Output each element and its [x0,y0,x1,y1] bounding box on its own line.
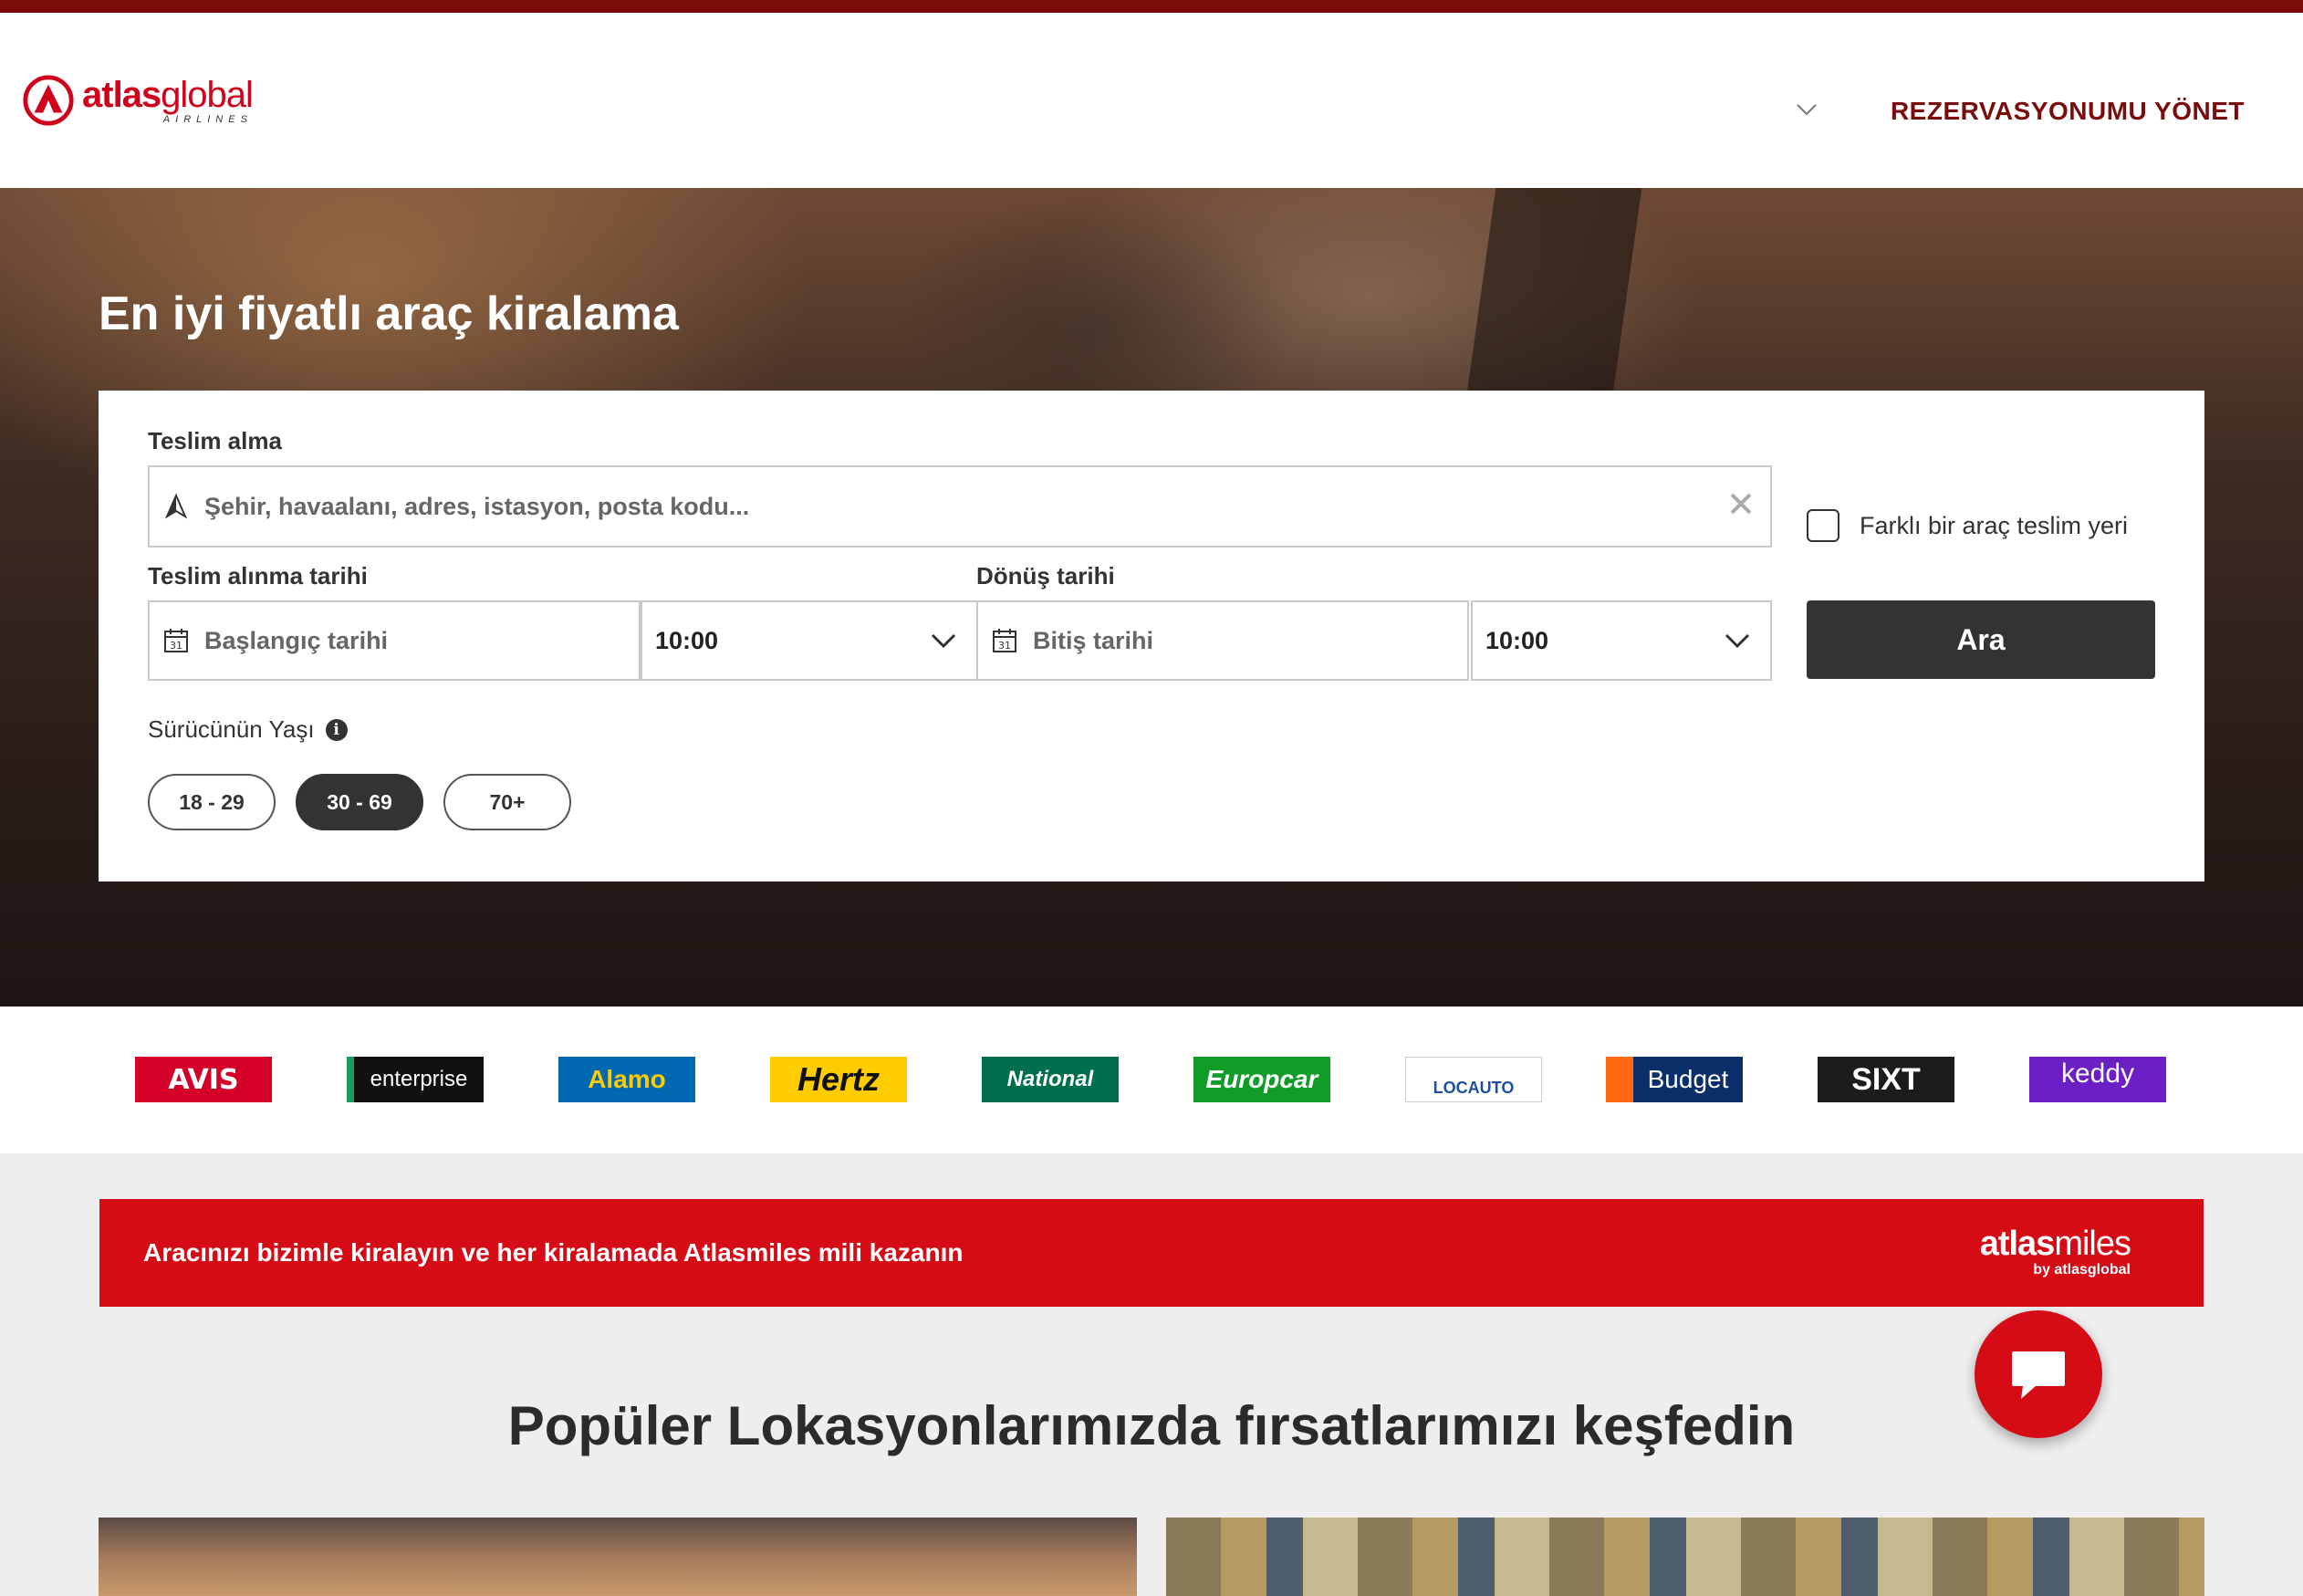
pickup-location-input[interactable]: Şehir, havaalanı, adres, istasyon, posta… [148,465,1772,548]
different-dropoff-label: Farklı bir araç teslim yeri [1860,511,2129,539]
keddy-logo: keddy [2029,1057,2166,1102]
promo-text: Aracınızı bizimle kiralayın ve her kiral… [143,1238,964,1267]
navigation-arrow-icon [164,493,188,519]
chevron-down-icon [931,633,956,649]
hero-title: En iyi fiyatlı araç kiralama [99,287,679,340]
location-card-image[interactable] [1166,1518,2204,1596]
age-option-30-69[interactable]: 30 - 69 [296,774,423,830]
atlasglobal-logo[interactable]: atlasglobal AIRLINES [22,73,254,128]
car-search-form: Teslim alma Şehir, havaalanı, adres, ist… [99,391,2204,881]
chat-bubble-icon [2012,1351,2065,1399]
pickup-date-label: Teslim alınma tarihi [148,562,368,589]
sixt-logo: SIXT [1818,1057,1954,1102]
popular-locations-title: Popüler Lokasyonlarımızda fırsatlarımızı… [507,1395,1796,1456]
clear-icon[interactable] [1726,489,1756,518]
pickup-date-input[interactable]: 31 Başlangıç tarihi [148,600,641,681]
locauto-logo: LOCAUTO [1405,1057,1542,1102]
calendar-day-number: 31 [998,640,1011,652]
enterprise-logo: enterprise [347,1057,484,1102]
logo-subtitle: AIRLINES [162,113,253,125]
return-date-placeholder: Bitiş tarihi [1033,626,1154,654]
rental-brands-strip: AVIS enterprise Alamo Hertz National Eur… [0,1007,2303,1153]
calendar-icon: 31 [164,629,188,652]
return-date-label: Dönüş tarihi [976,562,1115,589]
logo-word-bold: atlas [82,74,162,115]
hertz-logo: Hertz [770,1057,907,1102]
different-dropoff-option[interactable]: Farklı bir araç teslim yeri [1807,509,2128,542]
chat-button[interactable] [1975,1310,2102,1438]
age-option-70-plus[interactable]: 70+ [443,774,571,830]
search-button[interactable]: Ara [1807,600,2155,679]
pickup-time-value: 10:00 [655,626,719,654]
return-time-select[interactable]: 10:00 [1471,600,1772,681]
pickup-date-placeholder: Başlangıç tarihi [204,626,389,654]
pickup-location-placeholder: Şehir, havaalanı, adres, istasyon, posta… [204,492,750,520]
chevron-down-icon [1725,633,1750,649]
avis-logo: AVIS [135,1057,272,1102]
logo-word-light: global [161,74,254,115]
alamo-logo: Alamo [558,1057,695,1102]
atlasmiles-logo-light: miles [2054,1225,2131,1263]
return-time-value: 10:00 [1485,626,1549,654]
calendar-day-number: 31 [170,640,182,652]
national-logo: National [982,1057,1119,1102]
driver-age-label: Sürücünün Yaşı [148,715,315,743]
driver-age-label-row: Sürücünün Yaşı i [148,715,348,744]
return-date-input[interactable]: 31 Bitiş tarihi [976,600,1469,681]
calendar-icon: 31 [993,629,1016,652]
pickup-label: Teslim alma [148,427,282,454]
manage-booking-link[interactable]: REZERVASYONUMU YÖNET [1891,97,2245,126]
atlasglobal-logo-icon [23,75,74,126]
location-card-image[interactable] [99,1518,1137,1596]
atlasmiles-promo-banner[interactable]: Aracınızı bizimle kiralayın ve her kiral… [99,1199,2204,1307]
info-icon[interactable]: i [325,718,348,741]
budget-logo: Budget [1606,1057,1743,1102]
different-dropoff-checkbox[interactable] [1807,509,1839,542]
atlasmiles-logo-sub: by atlasglobal [2033,1262,2131,1278]
europcar-logo: Europcar [1193,1057,1330,1102]
atlasmiles-logo-bold: atlas [1979,1225,2056,1263]
chevron-down-icon[interactable] [1794,97,1819,122]
atlasmiles-logo: atlasmiles by atlasglobal [1980,1226,2131,1278]
site-header: atlasglobal AIRLINES REZERVASYONUMU YÖNE… [0,13,2303,188]
pickup-time-select[interactable]: 10:00 [641,600,978,681]
age-option-18-29[interactable]: 18 - 29 [148,774,276,830]
top-accent-bar [0,0,2303,13]
